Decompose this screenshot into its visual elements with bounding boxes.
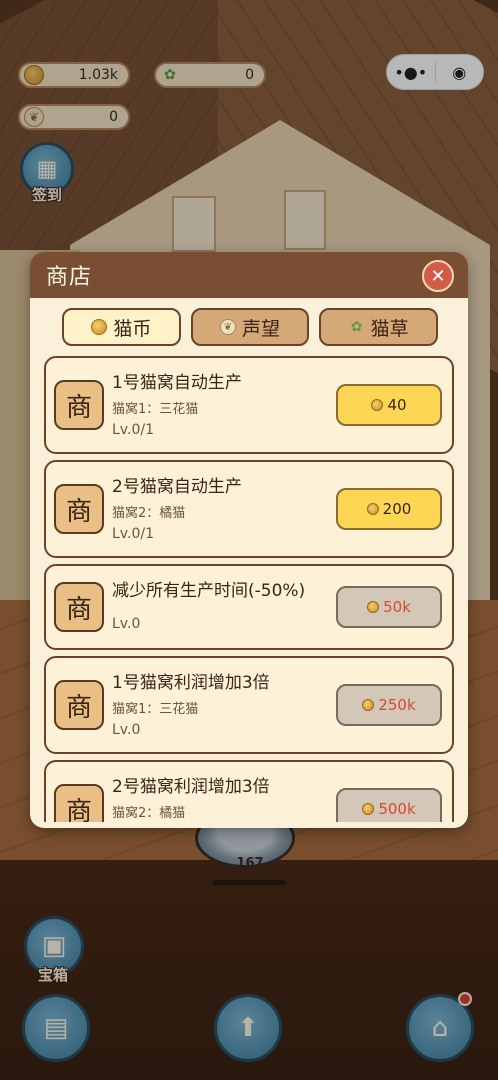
shop-item-level: Lv.0/1 [112, 422, 154, 438]
close-button[interactable]: ✕ [422, 260, 454, 292]
shop-item-list[interactable]: 商 1号猫窝自动生产 猫窝1：三花猫 Lv.0/1 40 商 2号猫窝自动生产 … [44, 356, 454, 822]
coin-icon [362, 803, 375, 815]
tab-coins[interactable]: 猫币 [62, 308, 181, 346]
shop-item-subtitle: 猫窝2：橘猫 [112, 806, 186, 821]
tab-label: 猫币 [113, 317, 152, 340]
shop-item-icon: 商 [54, 784, 104, 822]
coin-icon [362, 699, 375, 711]
shop-tabs: 猫币 ❦ 声望 ✿ 猫草 [62, 308, 439, 346]
shop-item-icon: 商 [54, 680, 104, 730]
coin-icon [371, 399, 384, 411]
close-icon: ✕ [430, 265, 446, 287]
shop-item-title: 2号猫窝自动生产 [112, 477, 242, 497]
shop-item: 商 1号猫窝自动生产 猫窝1：三花猫 Lv.0/1 40 [44, 356, 454, 454]
shop-item: 商 减少所有生产时间(-50%) Lv.0 50k [44, 564, 454, 650]
tab-label: 猫草 [370, 317, 409, 340]
price-value: 200 [382, 500, 412, 518]
shop-item-subtitle: 猫窝2：橘猫 [112, 506, 186, 521]
shop-item-subtitle: 猫窝1：三花猫 [112, 702, 199, 717]
shop-item: 商 2号猫窝利润增加3倍 猫窝2：橘猫 500k [44, 760, 454, 822]
shop-header: 商店 ✕ [30, 252, 468, 298]
shop-title: 商店 [46, 265, 93, 290]
shop-item-title: 1号猫窝利润增加3倍 [112, 673, 270, 693]
buy-button[interactable]: 250k [336, 684, 442, 726]
grass-icon: ✿ [350, 319, 363, 335]
shop-item-subtitle: 猫窝1：三花猫 [112, 402, 199, 417]
buy-button[interactable]: 50k [336, 586, 442, 628]
shop-item: 商 2号猫窝自动生产 猫窝2：橘猫 Lv.0/1 200 [44, 460, 454, 558]
laurel-icon: ❦ [220, 319, 236, 335]
tab-prestige[interactable]: ❦ 声望 [190, 308, 310, 346]
shop-dialog: 商店 ✕ 猫币 ❦ 声望 ✿ 猫草 商 1号猫窝自动生产 猫窝1：三花猫 Lv.… [30, 252, 468, 828]
shop-item-level: Lv.0/1 [112, 526, 154, 542]
shop-item-icon: 商 [54, 484, 104, 534]
coin-icon [91, 319, 108, 335]
price-value: 500k [378, 800, 416, 818]
shop-item-title: 减少所有生产时间(-50%) [112, 581, 306, 601]
coin-icon [366, 503, 379, 515]
shop-item-level: Lv.0 [112, 616, 141, 632]
price-value: 40 [387, 396, 407, 414]
shop-item: 商 1号猫窝利润增加3倍 猫窝1：三花猫 Lv.0 250k [44, 656, 454, 754]
shop-item-level: Lv.0 [112, 722, 141, 738]
shop-item-title: 2号猫窝利润增加3倍 [112, 777, 270, 797]
buy-button[interactable]: 200 [336, 488, 442, 530]
tab-catnip[interactable]: ✿ 猫草 [319, 308, 439, 346]
coin-icon [367, 601, 380, 613]
shop-item-icon: 商 [54, 380, 104, 430]
shop-item-title: 1号猫窝自动生产 [112, 373, 242, 393]
price-value: 250k [378, 696, 416, 714]
price-value: 50k [383, 598, 411, 616]
buy-button[interactable]: 500k [336, 788, 442, 822]
shop-item-icon: 商 [54, 582, 104, 632]
tab-label: 声望 [242, 317, 281, 340]
buy-button[interactable]: 40 [336, 384, 442, 426]
